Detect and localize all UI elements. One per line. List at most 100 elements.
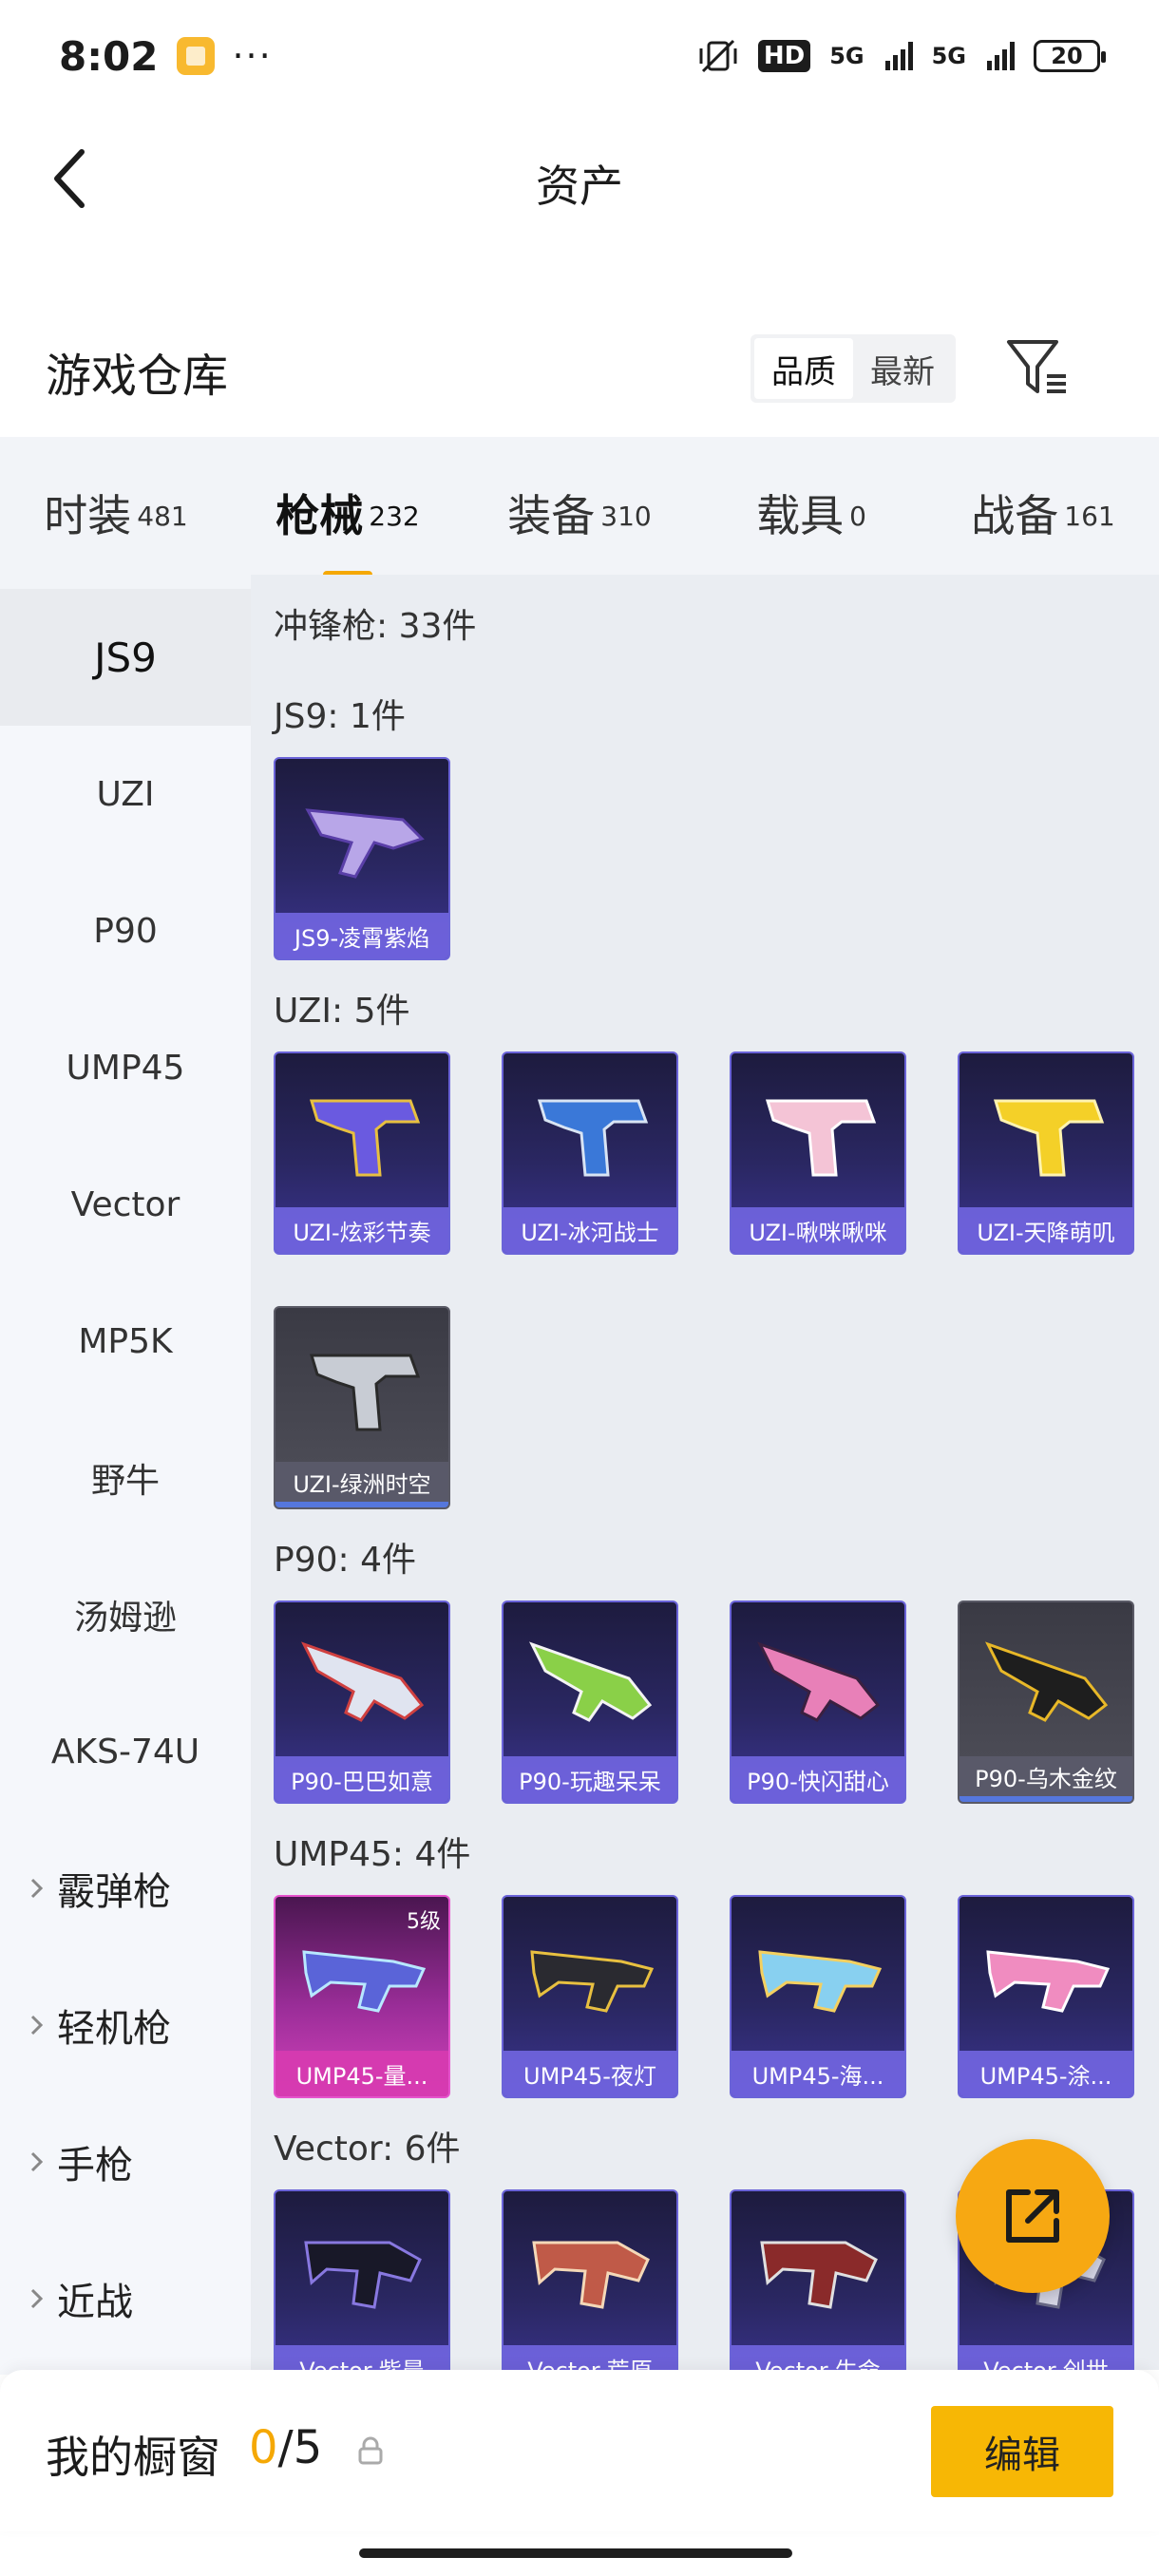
chevron-right-icon <box>30 2288 44 2309</box>
sidebar-group-label: 近战 <box>57 2281 133 2324</box>
sort-by-newest-button[interactable]: 最新 <box>853 338 952 399</box>
screen: 8:02 ··· HD 5G 5G 20 资产 游戏仓库 品质 最新 时装 48… <box>0 0 1159 2576</box>
gun-skin-icon <box>300 1641 425 1722</box>
signal-label-2: 5G <box>931 43 966 69</box>
sidebar-item-uzi[interactable]: UZI <box>0 726 251 862</box>
tab-label: 装备 <box>507 490 596 541</box>
sidebar-item-thompson[interactable]: 汤姆逊 <box>0 1546 251 1683</box>
sidebar-item-vector[interactable]: Vector <box>0 1136 251 1273</box>
item-name: Vector-生命 <box>732 2345 904 2370</box>
sidebar-item-p90[interactable]: P90 <box>0 862 251 999</box>
share-button[interactable] <box>956 2139 1110 2293</box>
section-title-vector: Vector: 6件 <box>274 2130 461 2169</box>
vibrate-mute-icon <box>699 39 737 73</box>
item-card-ump45-3[interactable]: UMP45-海... <box>730 1895 906 2098</box>
item-name: UMP45-夜灯 <box>504 2051 676 2096</box>
clock: 8:02 <box>59 32 159 80</box>
filter-button[interactable] <box>1005 336 1072 397</box>
item-name: UMP45-海... <box>732 2051 904 2096</box>
item-card-uzi-2[interactable]: UZI-冰河战士 <box>502 1051 678 1255</box>
filter-icon <box>1007 340 1066 393</box>
item-grid-area: 冲锋枪: 33件 JS9: 1件 JS9-凌霄紫焰 UZI: 5件 UZI-炫彩… <box>251 575 1159 2370</box>
tab-label: 时装 <box>44 490 132 541</box>
signal-bars-2-icon <box>987 42 1015 70</box>
item-name: UZI-啾咪啾咪 <box>732 1207 904 1253</box>
section-title-ump45: UMP45: 4件 <box>274 1835 471 1874</box>
item-name: UMP45-涂... <box>960 2051 1132 2096</box>
weapon-sidebar: JS9 UZI P90 UMP45 Vector MP5K 野牛 汤姆逊 AKS… <box>0 589 251 2375</box>
section-title-uzi: UZI: 5件 <box>274 992 410 1031</box>
item-card-uzi-3[interactable]: UZI-啾咪啾咪 <box>730 1051 906 1255</box>
sidebar-group-pistol[interactable]: 手枪 <box>0 2093 251 2230</box>
item-card-uzi-1[interactable]: UZI-炫彩节奏 <box>274 1051 450 1255</box>
showcase-total: /5 <box>277 2421 323 2474</box>
item-card-vector-3[interactable]: Vector-生命 <box>730 2189 906 2370</box>
item-name: UZI-天降萌叽 <box>960 1207 1132 1253</box>
gun-skin-icon <box>530 1950 655 2013</box>
sidebar-item-aks74u[interactable]: AKS-74U <box>0 1683 251 1820</box>
tab-equipment[interactable]: 装备 310 <box>464 482 695 544</box>
tab-firearms[interactable]: 枪械 232 <box>232 482 464 578</box>
category-tabs: 时装 481 枪械 232 装备 310 载具 0 战备 161 <box>0 437 1159 589</box>
sidebar-group-label: 霰弹枪 <box>57 1870 171 1914</box>
sidebar-item-mp5k[interactable]: MP5K <box>0 1273 251 1410</box>
gun-skin-icon <box>986 1950 1111 2013</box>
hd-voice-icon: HD <box>757 40 811 72</box>
item-name: P90-巴巴如意 <box>276 1756 448 1802</box>
sidebar-group-lmg[interactable]: 轻机枪 <box>0 1957 251 2093</box>
item-card-p90-1[interactable]: P90-巴巴如意 <box>274 1601 450 1804</box>
item-name: JS9-凌霄紫焰 <box>276 913 448 958</box>
gun-skin-icon <box>765 1099 877 1177</box>
sort-by-quality-button[interactable]: 品质 <box>754 338 853 399</box>
item-card-p90-3[interactable]: P90-快闪甜心 <box>730 1601 906 1804</box>
sidebar-item-js9[interactable]: JS9 <box>0 589 251 726</box>
item-name: Vector-创世 <box>960 2345 1132 2370</box>
section-title-p90: P90: 4件 <box>274 1541 416 1580</box>
home-indicator[interactable] <box>359 2548 792 2558</box>
item-card-vector-1[interactable]: Vector-紫晨 <box>274 2189 450 2370</box>
gun-skin-icon <box>537 1099 649 1177</box>
sidebar-group-melee[interactable]: 近战 <box>0 2230 251 2367</box>
sidebar-item-ump45[interactable]: UMP45 <box>0 999 251 1136</box>
item-card-uzi-5[interactable]: UZI-绿洲时空 <box>274 1306 450 1509</box>
item-card-p90-2[interactable]: P90-玩趣呆呆 <box>502 1601 678 1804</box>
share-export-icon <box>1006 2189 1059 2243</box>
tab-vehicles[interactable]: 载具 0 <box>695 482 927 544</box>
section-title-js9: JS9: 1件 <box>274 697 406 736</box>
gun-skin-icon <box>532 2241 650 2309</box>
page-title: 资产 <box>536 161 623 212</box>
signal-label-1: 5G <box>829 43 864 69</box>
item-card-ump45-1[interactable]: 5级 UMP45-量... <box>274 1895 450 2098</box>
item-card-p90-4[interactable]: P90-乌木金纹 <box>958 1601 1134 1804</box>
sidebar-item-bison[interactable]: 野牛 <box>0 1410 251 1546</box>
item-card-ump45-4[interactable]: UMP45-涂... <box>958 1895 1134 2098</box>
item-card-uzi-4[interactable]: UZI-天降萌叽 <box>958 1051 1134 1255</box>
gun-skin-icon <box>304 2241 422 2309</box>
item-card-vector-2[interactable]: Vector-荒原 <box>502 2189 678 2370</box>
signal-bars-1-icon <box>884 42 913 70</box>
item-card-js9-lingxiao[interactable]: JS9-凌霄紫焰 <box>274 757 450 960</box>
sidebar-group-shotgun[interactable]: 霰弹枪 <box>0 1820 251 1957</box>
sidebar-group-label: 轻机枪 <box>57 2007 171 2051</box>
edit-button[interactable]: 编辑 <box>931 2406 1113 2497</box>
item-name: P90-乌木金纹 <box>960 1756 1132 1802</box>
gun-skin-icon <box>758 1950 883 2013</box>
gun-skin-icon <box>302 1950 427 2013</box>
gun-skin-icon <box>993 1099 1105 1177</box>
item-level-badge: 5级 <box>407 1910 441 1934</box>
item-card-ump45-2[interactable]: UMP45-夜灯 <box>502 1895 678 2098</box>
tab-label: 战备 <box>971 490 1059 541</box>
more-notifications-icon: ··· <box>232 35 273 77</box>
tab-count: 232 <box>369 500 420 532</box>
item-name: UZI-冰河战士 <box>504 1207 676 1253</box>
category-total: 冲锋枪: 33件 <box>274 607 477 646</box>
chevron-right-icon <box>30 2015 44 2036</box>
item-name: UZI-绿洲时空 <box>276 1462 448 1507</box>
tab-supplies[interactable]: 战备 161 <box>927 482 1159 544</box>
battery-icon: 20 <box>1034 40 1106 72</box>
tab-fashion[interactable]: 时装 481 <box>0 482 232 544</box>
gun-skin-icon <box>756 1641 881 1722</box>
tab-label: 枪械 <box>276 490 364 541</box>
sidebar-group-label: 手枪 <box>57 2144 133 2188</box>
title-bar: 资产 <box>0 112 1159 245</box>
